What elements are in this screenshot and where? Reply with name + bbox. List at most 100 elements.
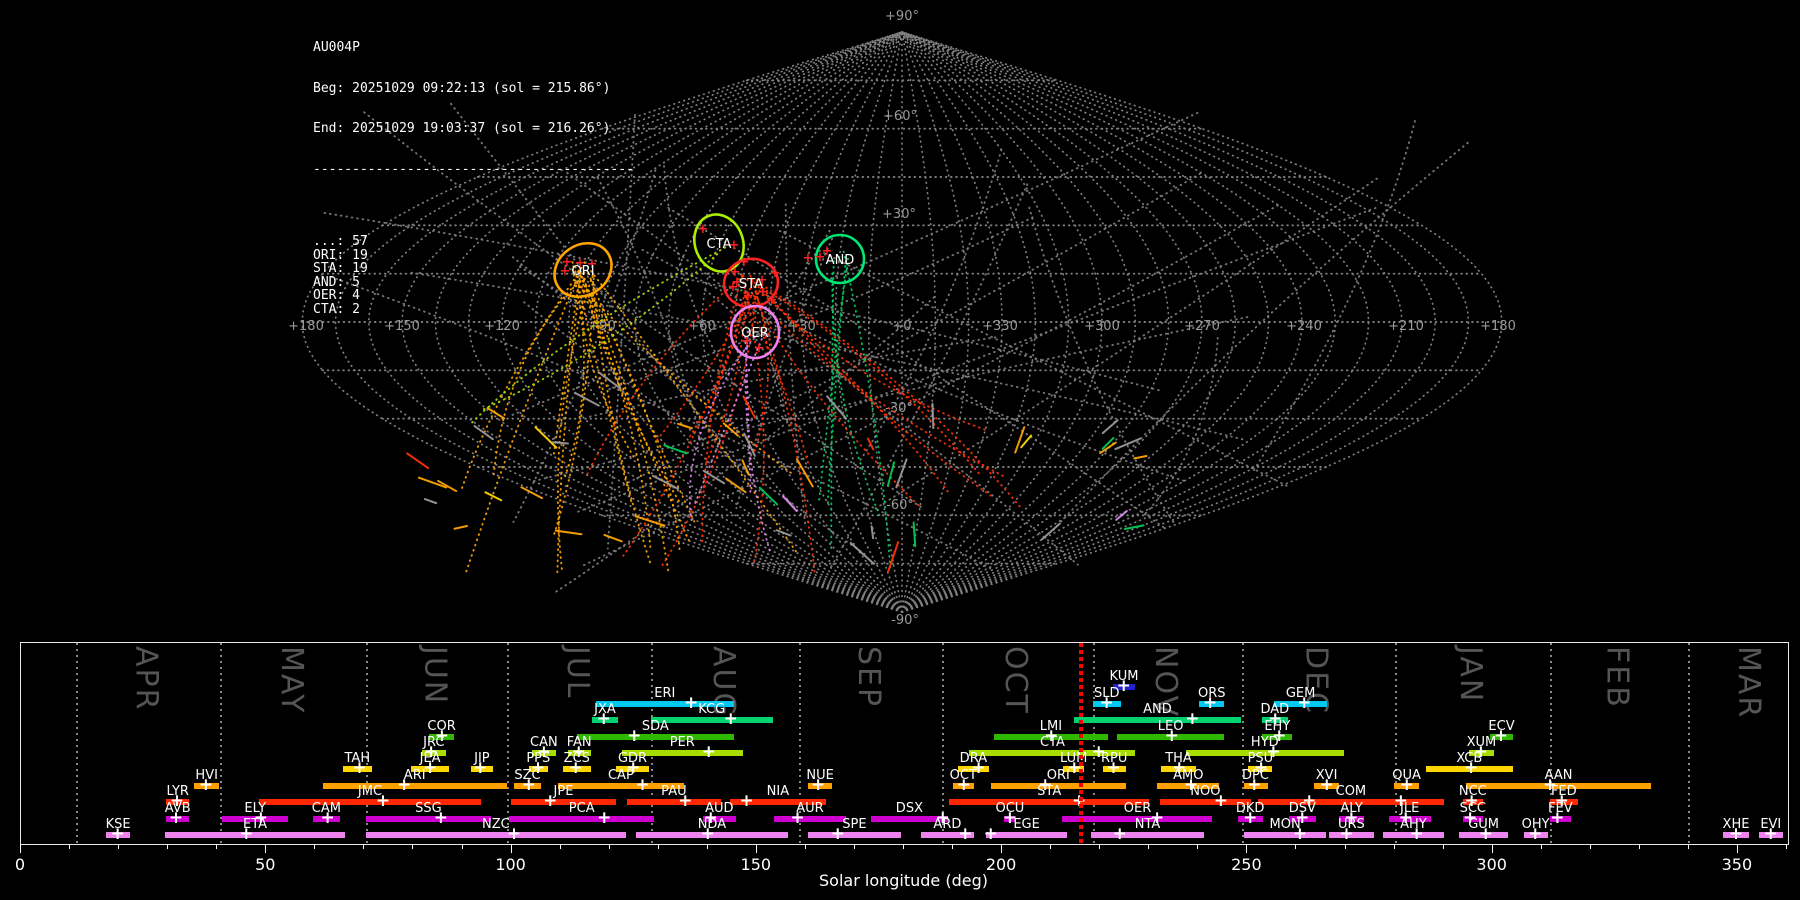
- axis-minor-tick: [903, 844, 904, 849]
- shower-bar-JMC: [258, 799, 482, 805]
- axis-minor-tick: [1099, 844, 1101, 849]
- shower-bar-NZC: [365, 832, 626, 838]
- legend-count-ORI: ORI: 19: [313, 247, 368, 263]
- shower-bar-PCA: [509, 815, 655, 822]
- trail-STA: [753, 292, 770, 453]
- shower-peak-XCB: +: [1463, 758, 1479, 778]
- map-coordinate-label: -90°: [891, 613, 919, 628]
- radiant-point: +: [739, 255, 750, 270]
- meteor-streak: [534, 426, 558, 449]
- shower-peak-EGE: +: [983, 824, 998, 844]
- shower-peak-ZCS: +: [568, 758, 583, 778]
- shower-peak-JPE: +: [543, 791, 558, 811]
- shower-peak-EVI: +: [1763, 824, 1778, 844]
- shower-peak-SSG: +: [433, 807, 449, 828]
- month-label-MAR: MAR: [1731, 646, 1767, 720]
- meteor-observation-screen: { "header": { "title": "AU004P", "beg": …: [0, 0, 1800, 900]
- trail-sporadic: [573, 207, 1377, 514]
- end-time: End: 20251029 19:03:37 (sol = 216.26°): [313, 121, 611, 136]
- axis-minor-tick: [1638, 844, 1640, 849]
- shower-peak-JMC: +: [375, 791, 391, 811]
- meteor-streak: [423, 498, 438, 505]
- meteor-streak: [887, 461, 896, 487]
- shower-peak-ARI: +: [396, 774, 412, 795]
- shower-peak-LEO: +: [1164, 725, 1179, 746]
- axis-minor-tick: [1687, 844, 1689, 849]
- axis-minor-tick: [657, 844, 659, 849]
- shower-peak-AHY: +: [1409, 824, 1424, 844]
- shower-bar-EGE: [985, 832, 1068, 838]
- radiant-label-OER: OER: [741, 326, 768, 341]
- shower-peak-HYD: +: [1266, 741, 1281, 762]
- shower-peak-PAU: +: [678, 791, 693, 811]
- trail-sporadic: [1052, 141, 1469, 532]
- meteor-streak: [1020, 434, 1033, 449]
- radiant-label-STA: STA: [739, 277, 763, 292]
- shower-peak-HVI: +: [198, 774, 214, 795]
- axis-minor-tick: [412, 844, 414, 849]
- map-coordinate-label: -60°: [886, 498, 914, 513]
- shower-peak-CTA: +: [1091, 741, 1106, 762]
- shower-label-NZC: NZC: [482, 817, 510, 832]
- shower-peak-FEV: +: [1550, 807, 1565, 828]
- axis-major-tick: [1491, 844, 1493, 853]
- radiant-label-AND: AND: [826, 253, 855, 268]
- current-sol-line-1: [1080, 643, 1083, 844]
- shower-count-list: ...: 57 ORI: 19 STA: 19 AND: 5 OER: 4 CTA: 2: [313, 235, 634, 316]
- month-boundary-MAR: [1688, 643, 1691, 844]
- activity-timeline-chart: APR MAY JUN JUL AUG SEP OCT NOV DEC JAN FEB MAR KUM +…: [20, 642, 1789, 845]
- shower-label-NIA: NIA: [766, 784, 790, 799]
- shower-peak-TAH: +: [352, 758, 367, 778]
- shower-peak-PER: +: [701, 741, 716, 762]
- axis-minor-tick: [804, 844, 806, 849]
- shower-bar-SSG: [365, 815, 491, 822]
- shower-peak-ETA: +: [239, 824, 254, 844]
- observation-summary: AU004P Beg: 20251029 09:22:13 (sol = 215…: [313, 14, 634, 330]
- shower-label-DSX: DSX: [895, 800, 923, 816]
- axis-minor-tick: [1197, 844, 1199, 849]
- shower-bar-JPE: [511, 799, 617, 805]
- map-longitude-label: +210: [1388, 319, 1424, 334]
- shower-bar-SPE: [807, 832, 901, 838]
- axis-minor-tick: [608, 844, 610, 849]
- month-label-JAN: JAN: [1453, 646, 1489, 704]
- shower-peak-CAM: +: [320, 807, 335, 828]
- radiant-point: +: [770, 266, 781, 281]
- radiant-point: +: [728, 280, 739, 295]
- shower-label-ERI: ERI: [654, 686, 676, 701]
- axis-major-tick: [1001, 844, 1003, 853]
- radiant-STA: ++ + ++ ++ ++STA: [722, 255, 781, 309]
- shower-label-OER: OER: [1123, 800, 1152, 816]
- meteor-streak: [1014, 426, 1026, 454]
- meteor-streak: [603, 533, 623, 543]
- meteor-streak: [406, 452, 430, 470]
- radiant-point: +: [803, 251, 814, 266]
- meteor-streak: [1133, 455, 1148, 460]
- meteor-streak: [849, 541, 875, 565]
- legend-gap: [313, 203, 634, 208]
- trail-sporadic: [1142, 336, 1219, 517]
- meteor-streak: [453, 525, 468, 530]
- meteor-streak: [551, 441, 569, 445]
- axis-minor-tick: [1295, 844, 1297, 849]
- begin-time: Beg: 20251029 09:22:13 (sol = 215.86°): [313, 80, 611, 96]
- month-label-OCT: OCT: [997, 646, 1033, 715]
- shower-peak-SZC: +: [521, 774, 536, 795]
- shower-peak-AUR: +: [790, 807, 805, 828]
- month-label-APR: APR: [128, 646, 164, 712]
- meteor-streak: [677, 422, 693, 430]
- shower-peak-JEA: +: [422, 758, 438, 778]
- map-longitude-label: +270: [1184, 319, 1220, 334]
- shower-peak-ELY: +: [253, 807, 269, 828]
- axis-tick-label-350: 350: [1721, 855, 1753, 874]
- shower-peak-MON: +: [1292, 824, 1308, 844]
- meteor-streak: [895, 458, 908, 489]
- axis-minor-tick: [1786, 844, 1787, 849]
- radiant-point: +: [767, 293, 778, 308]
- shower-peak-RPU: +: [1106, 758, 1121, 778]
- axis-minor-tick: [216, 844, 218, 849]
- legend-count-AND: AND: 5: [313, 274, 360, 290]
- axis-minor-tick: [1050, 844, 1052, 849]
- axis-major-tick: [20, 844, 21, 853]
- axis-minor-tick: [461, 844, 463, 849]
